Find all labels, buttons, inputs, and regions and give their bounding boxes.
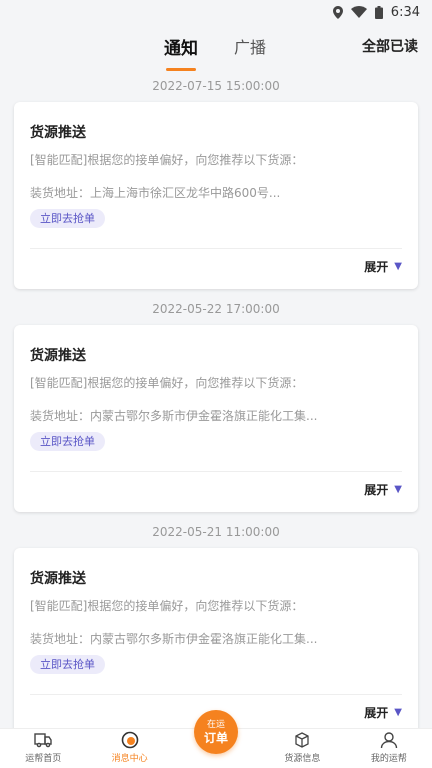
notification-description: [智能匹配]根据您的接单偏好，向您推荐以下货源：	[30, 153, 304, 167]
tab-notifications[interactable]: 通知	[164, 34, 198, 71]
message-icon	[121, 731, 139, 749]
notification-card[interactable]: 货源推送 [智能匹配]根据您的接单偏好，向您推荐以下货源： 装货地址：内蒙古鄂尔…	[14, 548, 418, 728]
wifi-icon	[350, 6, 367, 18]
chevron-down-icon: ▼	[394, 707, 402, 718]
notification-timestamp: 2022-05-21 11:00:00	[152, 525, 280, 539]
card-divider	[30, 248, 402, 249]
fab-label-bottom: 订单	[203, 730, 228, 745]
fab-label-top: 在运	[206, 719, 225, 730]
battery-icon	[374, 5, 383, 19]
notification-timestamp: 2022-07-15 15:00:00	[152, 79, 280, 93]
expand-label: 展开	[364, 706, 389, 720]
expand-button[interactable]: 展开 ▼	[364, 704, 402, 721]
notification-title: 货源推送	[30, 348, 86, 364]
nav-label: 我的运帮	[370, 754, 407, 764]
chevron-down-icon: ▼	[394, 261, 402, 272]
status-bar: 6:34	[0, 0, 432, 24]
loading-address: 装货地址：内蒙古鄂尔多斯市伊金霍洛旗正能化工集...	[30, 632, 318, 646]
expand-label: 展开	[364, 260, 389, 274]
nav-label: 运帮首页	[25, 754, 62, 764]
nav-label: 消息中心	[111, 754, 148, 764]
nav-item-cargo[interactable]: 货源信息	[259, 729, 345, 768]
expand-button[interactable]: 展开 ▼	[364, 481, 402, 498]
header: 通知 广播 全部已读	[0, 24, 432, 71]
box-icon	[294, 731, 310, 749]
notification-feed[interactable]: 2022-07-15 15:00:00 货源推送 [智能匹配]根据您的接单偏好，…	[0, 66, 432, 728]
tab-broadcast[interactable]: 广播	[234, 34, 266, 59]
expand-label: 展开	[364, 483, 389, 497]
grab-order-button[interactable]: 立即去抢单	[30, 432, 105, 451]
tab-bar: 通知 广播	[164, 34, 266, 71]
nav-label: 货源信息	[284, 754, 321, 764]
truck-icon	[34, 731, 52, 749]
loading-address: 装货地址：内蒙古鄂尔多斯市伊金霍洛旗正能化工集...	[30, 409, 318, 423]
notification-title: 货源推送	[30, 125, 86, 141]
nav-item-home[interactable]: 运帮首页	[0, 729, 86, 768]
chevron-down-icon: ▼	[394, 484, 402, 495]
user-icon	[380, 731, 398, 749]
card-divider	[30, 694, 402, 695]
location-icon	[332, 5, 343, 19]
in-transit-orders-button[interactable]: 在运 订单	[194, 710, 238, 754]
notification-description: [智能匹配]根据您的接单偏好，向您推荐以下货源：	[30, 376, 304, 390]
grab-order-button[interactable]: 立即去抢单	[30, 209, 105, 228]
loading-address: 装货地址：上海上海市徐汇区龙华中路600号...	[30, 186, 281, 200]
expand-button[interactable]: 展开 ▼	[364, 258, 402, 275]
nav-item-messages[interactable]: 消息中心	[86, 729, 172, 768]
nav-item-profile[interactable]: 我的运帮	[346, 729, 432, 768]
notification-card[interactable]: 货源推送 [智能匹配]根据您的接单偏好，向您推荐以下货源： 装货地址：上海上海市…	[14, 102, 418, 289]
grab-order-button[interactable]: 立即去抢单	[30, 655, 105, 674]
notification-card[interactable]: 货源推送 [智能匹配]根据您的接单偏好，向您推荐以下货源： 装货地址：内蒙古鄂尔…	[14, 325, 418, 512]
notification-timestamp: 2022-05-22 17:00:00	[152, 302, 280, 316]
notification-title: 货源推送	[30, 571, 86, 587]
card-divider	[30, 471, 402, 472]
mark-all-read-button[interactable]: 全部已读	[362, 36, 418, 56]
status-time: 6:34	[390, 4, 420, 20]
notification-description: [智能匹配]根据您的接单偏好，向您推荐以下货源：	[30, 599, 304, 613]
